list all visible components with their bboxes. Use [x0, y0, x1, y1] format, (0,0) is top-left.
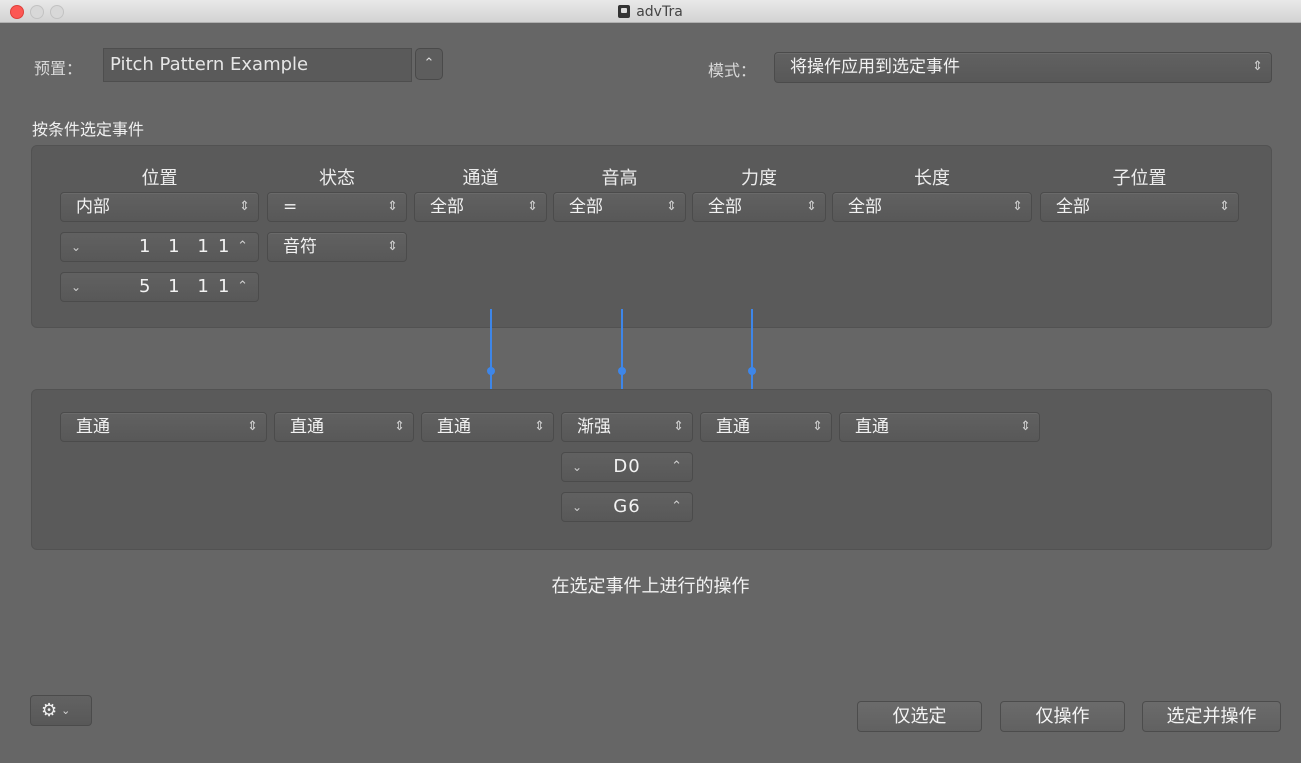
transform-window: advTra 预置： Pitch Pattern Example ⌃ 模式： 将… [0, 0, 1301, 763]
operation-status-popup[interactable]: 直通 ⇕ [274, 412, 414, 442]
operation-velocity-value: 直通 [716, 417, 750, 437]
velocity-connector-line [751, 309, 753, 399]
chevron-updown-icon: ⇕ [1020, 419, 1031, 434]
chevron-updown-icon: ⌃ [423, 56, 435, 71]
column-header-status: 状态 [319, 168, 355, 189]
chevron-updown-icon: ⇕ [239, 199, 250, 214]
position-end-ticks: 1 [218, 276, 230, 297]
condition-position-popup[interactable]: 内部 ⇕ [60, 192, 259, 222]
mode-value: 将操作应用到选定事件 [790, 57, 960, 77]
select-and-operate-button[interactable]: 选定并操作 [1142, 701, 1281, 732]
pitch-connector-dot[interactable] [618, 367, 626, 375]
condition-length-value: 全部 [848, 197, 882, 217]
operation-position-value: 直通 [76, 417, 110, 437]
chevron-up-icon[interactable]: ⌃ [671, 493, 682, 521]
operation-pitch-value: 渐强 [577, 417, 611, 437]
chevron-updown-icon: ⇕ [247, 419, 258, 434]
pitch-start-stepper[interactable]: ⌄ D0 ⌃ [561, 452, 693, 482]
condition-channel-value: 全部 [430, 197, 464, 217]
position-end-bars: 5 1 1 [139, 276, 215, 297]
chevron-updown-icon: ⇕ [534, 419, 545, 434]
chevron-updown-icon: ⇕ [806, 199, 817, 214]
preset-field[interactable]: Pitch Pattern Example [103, 48, 412, 82]
status-type-popup[interactable]: 音符 ⇕ [267, 232, 407, 262]
condition-position-value: 内部 [76, 197, 110, 217]
condition-subposition-popup[interactable]: 全部 ⇕ [1040, 192, 1239, 222]
chevron-updown-icon: ⇕ [1252, 59, 1263, 74]
operation-length-value: 直通 [855, 417, 889, 437]
operation-length-popup[interactable]: 直通 ⇕ [839, 412, 1040, 442]
column-header-pitch: 音高 [601, 168, 638, 189]
condition-pitch-popup[interactable]: 全部 ⇕ [553, 192, 686, 222]
chevron-up-icon[interactable]: ⌃ [671, 453, 682, 481]
chevron-updown-icon: ⇕ [1219, 199, 1230, 214]
condition-channel-popup[interactable]: 全部 ⇕ [414, 192, 547, 222]
gear-icon: ⚙ [41, 700, 58, 721]
column-header-channel: 通道 [462, 168, 499, 189]
condition-status-value: = [283, 197, 298, 217]
condition-length-popup[interactable]: 全部 ⇕ [832, 192, 1032, 222]
operation-channel-popup[interactable]: 直通 ⇕ [421, 412, 554, 442]
chevron-updown-icon: ⇕ [394, 419, 405, 434]
operation-status-value: 直通 [290, 417, 324, 437]
operate-only-button[interactable]: 仅操作 [1000, 701, 1125, 732]
condition-status-popup[interactable]: = ⇕ [267, 192, 407, 222]
gear-menu-button[interactable]: ⚙ ⌄ [30, 695, 92, 726]
position-start-ticks: 1 [218, 236, 230, 257]
chevron-up-icon[interactable]: ⌃ [237, 233, 248, 261]
column-header-length: 长度 [914, 168, 950, 189]
pitch-end-stepper[interactable]: ⌄ G6 ⌃ [561, 492, 693, 522]
window-title: advTra [636, 4, 683, 20]
position-start-stepper[interactable]: ⌄ 1 1 1 1 ⌃ [60, 232, 259, 262]
operation-velocity-popup[interactable]: 直通 ⇕ [700, 412, 832, 442]
column-header-velocity: 力度 [741, 168, 777, 189]
position-end-stepper[interactable]: ⌄ 5 1 1 1 ⌃ [60, 272, 259, 302]
channel-connector-dot[interactable] [487, 367, 495, 375]
condition-subposition-value: 全部 [1056, 197, 1090, 217]
pitch-connector-line [621, 309, 623, 399]
operation-channel-value: 直通 [437, 417, 471, 437]
channel-connector-line [490, 309, 492, 399]
chevron-down-icon[interactable]: ⌄ [71, 273, 81, 301]
operations-caption: 在选定事件上进行的操作 [551, 576, 750, 597]
operation-position-popup[interactable]: 直通 ⇕ [60, 412, 267, 442]
mode-popup[interactable]: 将操作应用到选定事件 ⇕ [774, 52, 1272, 83]
chevron-updown-icon: ⇕ [387, 239, 398, 254]
column-header-subposition: 子位置 [1112, 168, 1167, 189]
position-start-bars: 1 1 1 [139, 236, 215, 257]
chevron-down-icon[interactable]: ⌄ [71, 233, 81, 261]
condition-pitch-value: 全部 [569, 197, 603, 217]
chevron-updown-icon: ⇕ [673, 419, 684, 434]
chevron-updown-icon: ⇕ [666, 199, 677, 214]
window-title-wrap: advTra [0, 0, 1301, 22]
chevron-up-icon[interactable]: ⌃ [237, 273, 248, 301]
mode-label: 模式： [708, 61, 757, 80]
velocity-connector-dot[interactable] [748, 367, 756, 375]
operation-pitch-popup[interactable]: 渐强 ⇕ [561, 412, 693, 442]
document-icon [618, 5, 631, 18]
chevron-updown-icon: ⇕ [812, 419, 823, 434]
title-bar: advTra [0, 0, 1301, 23]
chevron-updown-icon: ⇕ [387, 199, 398, 214]
select-only-button[interactable]: 仅选定 [857, 701, 982, 732]
chevron-down-icon: ⌄ [61, 704, 71, 717]
chevron-updown-icon: ⇕ [527, 199, 538, 214]
preset-popup-button[interactable]: ⌃ [415, 48, 443, 80]
condition-velocity-popup[interactable]: 全部 ⇕ [692, 192, 826, 222]
condition-velocity-value: 全部 [708, 197, 742, 217]
preset-label: 预置： [34, 59, 83, 78]
chevron-updown-icon: ⇕ [1012, 199, 1023, 214]
select-section-title: 按条件选定事件 [32, 120, 145, 139]
column-header-position: 位置 [141, 168, 178, 189]
status-type-value: 音符 [283, 237, 317, 257]
